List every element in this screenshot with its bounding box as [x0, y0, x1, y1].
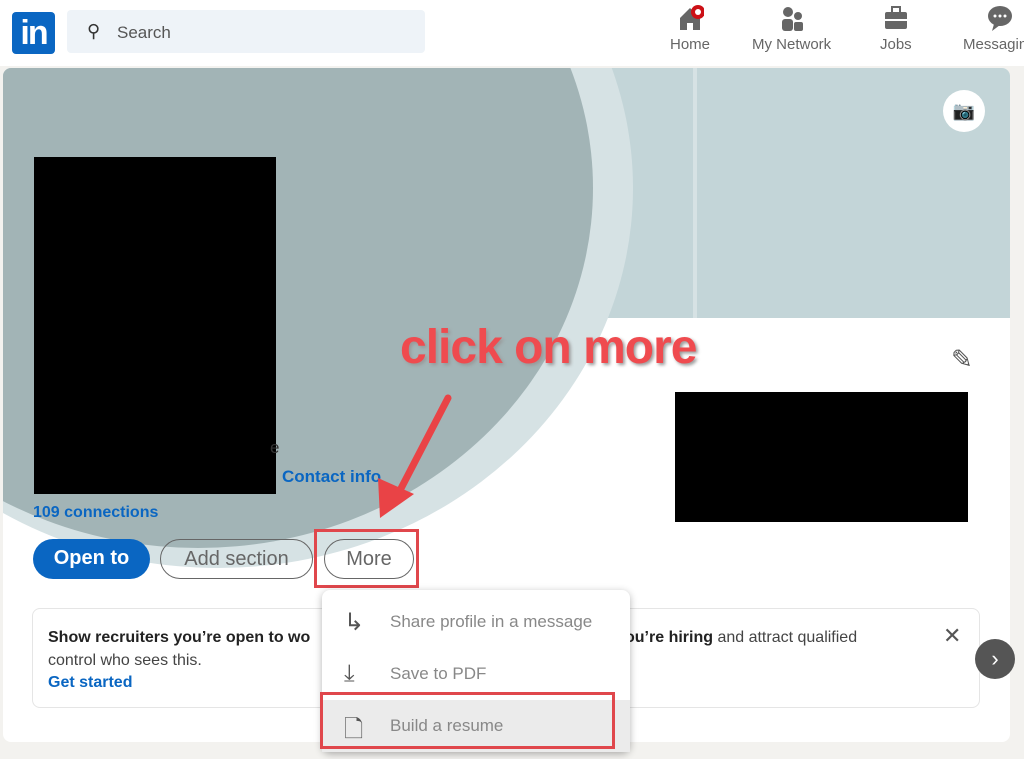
- network-icon: [778, 4, 806, 32]
- promo-text: Show recruiters you’re open to wo: [48, 629, 311, 646]
- nav-jobs[interactable]: Jobs: [880, 4, 912, 53]
- hiring-desc: and attract qualified: [713, 629, 858, 646]
- annotation-highlight-resume: [320, 692, 615, 749]
- redacted-profile: [34, 157, 276, 494]
- top-nav: in ⚲ Search Home My Network Jobs Messagi…: [0, 0, 1024, 66]
- camera-icon[interactable]: 📷: [943, 90, 985, 132]
- hiring-text: ou’re hiring: [625, 629, 713, 646]
- download-icon: ⤓: [344, 660, 355, 687]
- menu-label: Share profile in a message: [390, 612, 593, 631]
- share-icon: ↳: [344, 609, 365, 636]
- nav-messaging-label: Messagin: [963, 36, 1024, 53]
- annotation-highlight-more: [314, 529, 419, 588]
- menu-label: Save to PDF: [390, 664, 487, 683]
- close-icon[interactable]: ✕: [943, 623, 961, 649]
- open-to-button[interactable]: Open to: [33, 539, 150, 579]
- search-icon: ⚲: [87, 21, 101, 41]
- redacted-info: [675, 392, 968, 522]
- briefcase-icon: [882, 4, 910, 32]
- get-started-link[interactable]: Get started: [48, 674, 132, 692]
- connections-link[interactable]: 109 connections: [33, 504, 158, 522]
- annotation-arrow: [378, 394, 452, 518]
- chat-icon: [986, 4, 1014, 32]
- add-section-button[interactable]: Add section: [160, 539, 313, 579]
- search-input[interactable]: ⚲ Search: [67, 10, 425, 53]
- nav-home[interactable]: Home: [670, 4, 710, 53]
- nav-home-label: Home: [670, 36, 711, 53]
- nav-network-label: My Network: [752, 36, 832, 53]
- edit-pencil-icon[interactable]: ✎: [951, 344, 973, 375]
- home-icon: [676, 4, 705, 32]
- search-placeholder: Search: [117, 23, 171, 42]
- annotation-text: click on more: [400, 321, 697, 374]
- nav-messaging[interactable]: Messagin: [963, 4, 1024, 53]
- linkedin-logo[interactable]: in: [12, 12, 55, 54]
- carousel-next-button[interactable]: ›: [975, 639, 1015, 679]
- contact-info-link[interactable]: Contact info: [282, 467, 381, 487]
- promo-text-2: control who sees this.: [48, 652, 202, 669]
- nav-jobs-label: Jobs: [880, 36, 912, 53]
- nav-my-network[interactable]: My Network: [752, 4, 831, 53]
- partial-text: e: [270, 438, 280, 457]
- menu-item-share-profile[interactable]: ↳ Share profile in a message: [322, 596, 630, 648]
